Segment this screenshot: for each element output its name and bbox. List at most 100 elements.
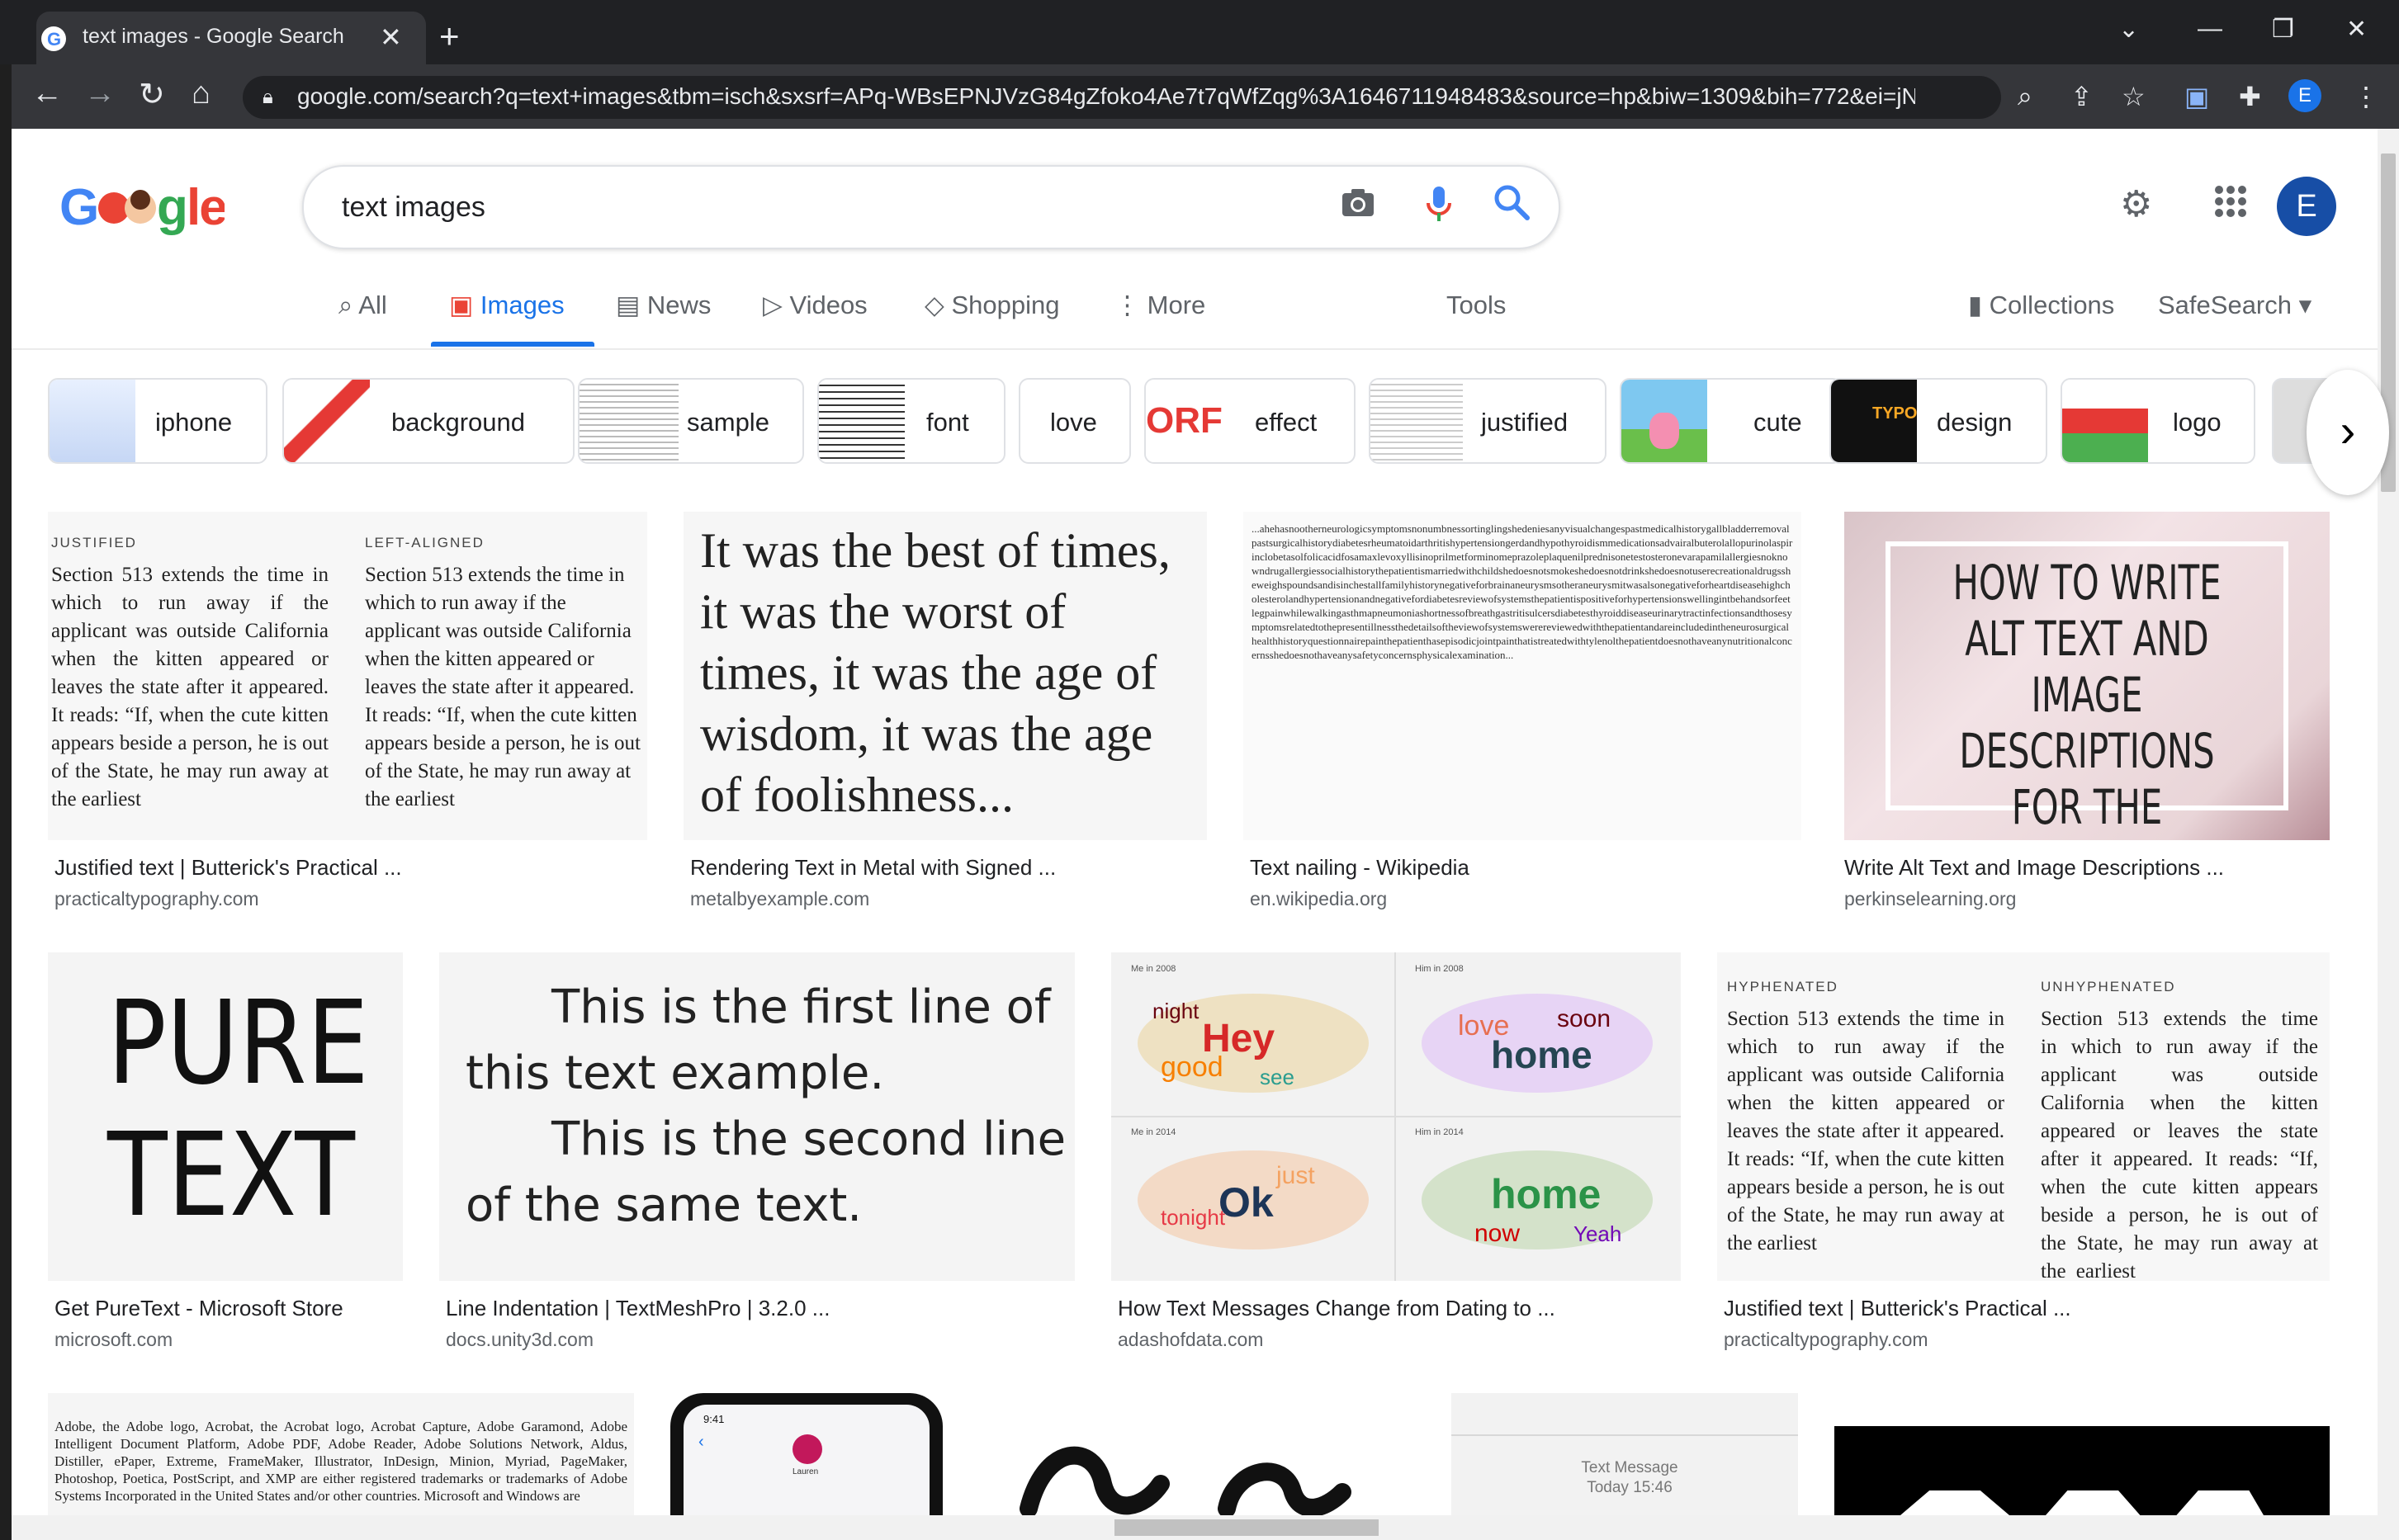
back-arrow-icon[interactable]: ←	[31, 76, 63, 111]
zoom-icon[interactable]: ⌕	[2018, 81, 2032, 112]
result-image-alt-text[interactable]: HOW TO WRITE ALT TEXT AND IMAGE DESCRIPT…	[1844, 512, 2330, 840]
chip-sample[interactable]: sample	[578, 378, 804, 464]
chip-cute[interactable]: cute	[1620, 378, 1843, 464]
menu-dots-icon[interactable]: ⋮	[2353, 81, 2379, 112]
result-image-justified[interactable]: JUSTIFIED LEFT-ALIGNED Section 513 exten…	[48, 512, 647, 840]
chip-thumb: ORF	[1146, 380, 1232, 462]
result-title[interactable]: Rendering Text in Metal with Signed ...	[690, 855, 1056, 881]
chip-thumb	[284, 380, 370, 462]
chips-next-arrow-icon[interactable]: ›	[2307, 370, 2389, 495]
result-image-wordclouds[interactable]: Me in 2008 Him in 2008 Me in 2014 Him in…	[1111, 952, 1681, 1281]
result-title[interactable]: Justified text | Butterick's Practical .…	[54, 855, 402, 881]
chip-effect[interactable]: ORF effect	[1144, 378, 1356, 464]
minimize-button[interactable]: —	[2198, 15, 2222, 43]
svg-text:just: just	[1275, 1162, 1315, 1189]
tab-videos[interactable]: ▷ Videos	[763, 291, 868, 320]
profile-avatar[interactable]: E	[2288, 79, 2321, 112]
svg-text:soon: soon	[1557, 1005, 1611, 1032]
reload-icon[interactable]: ↻	[139, 76, 165, 113]
svg-text:Yeah: Yeah	[1573, 1221, 1621, 1246]
svg-text:G: G	[47, 29, 61, 50]
svg-text:g: g	[157, 179, 187, 236]
google-logo[interactable]: G g le	[59, 175, 228, 253]
result-image-dickens[interactable]: It was the best of times, it was the wor…	[684, 512, 1207, 840]
result-image-text-message[interactable]: Text Message Today 15:46	[1451, 1393, 1798, 1515]
tab-search-icon[interactable]: ⌄	[2118, 15, 2139, 44]
home-icon[interactable]: ⌂	[192, 76, 211, 111]
result-image-indentation[interactable]: This is the first line of this text exam…	[439, 952, 1075, 1281]
tab-all[interactable]: ⌕ All	[338, 291, 387, 321]
result-source[interactable]: perkinselearning.org	[1844, 888, 2016, 910]
tab-more[interactable]: ⋮ More	[1114, 291, 1205, 320]
tab-title: text images - Google Search	[83, 25, 344, 48]
search-small-icon: ⌕	[338, 291, 359, 319]
result-source[interactable]: adashofdata.com	[1118, 1329, 1263, 1351]
search-icon[interactable]	[1493, 183, 1531, 230]
tab-news[interactable]: ▤ News	[616, 291, 711, 320]
result-source[interactable]: docs.unity3d.com	[446, 1329, 594, 1351]
result-title[interactable]: Text nailing - Wikipedia	[1250, 855, 1469, 881]
close-window-button[interactable]: ✕	[2346, 15, 2367, 44]
extension-icon[interactable]: ▣	[2184, 81, 2209, 112]
result-title[interactable]: Write Alt Text and Image Descriptions ..…	[1844, 855, 2224, 881]
search-input[interactable]	[340, 190, 1252, 224]
result-source[interactable]: en.wikipedia.org	[1250, 888, 1387, 910]
microphone-icon[interactable]	[1420, 183, 1458, 234]
chip-background[interactable]: background	[282, 378, 575, 464]
google-favicon-icon: G	[41, 26, 66, 51]
bookmark-star-icon[interactable]: ☆	[2122, 81, 2146, 112]
result-image-adobe[interactable]: Adobe, the Adobe logo, Acrobat, the Acro…	[48, 1393, 634, 1515]
chip-design[interactable]: TYPO design	[1829, 378, 2047, 464]
svg-text:le: le	[187, 179, 225, 236]
forward-arrow-icon[interactable]: →	[84, 76, 116, 111]
chip-font[interactable]: font	[817, 378, 1005, 464]
result-title[interactable]: Justified text | Butterick's Practical .…	[1724, 1296, 2071, 1321]
news-icon: ▤	[616, 291, 647, 319]
chip-thumb	[819, 380, 905, 462]
result-title[interactable]: Line Indentation | TextMeshPro | 3.2.0 .…	[446, 1296, 830, 1321]
chip-thumb	[580, 380, 679, 462]
tab-close-icon[interactable]: ✕	[380, 21, 402, 53]
result-image-puretext[interactable]: PURE TEXT	[48, 952, 403, 1281]
tools-button[interactable]: Tools	[1446, 291, 1506, 320]
apps-grid-icon[interactable]	[2212, 183, 2249, 229]
collections-button[interactable]: ▮ Collections	[1968, 291, 2114, 320]
contact-avatar	[793, 1434, 822, 1464]
result-image-text-nailing[interactable]: ...ahehasnootherneurologicsymptomsnonumb…	[1243, 512, 1801, 840]
tab-images[interactable]: ▣ Images	[449, 291, 565, 320]
new-tab-button[interactable]: +	[439, 17, 460, 56]
active-tab-indicator	[431, 342, 594, 347]
result-source[interactable]: practicaltypography.com	[54, 888, 259, 910]
result-image-hyphenated[interactable]: HYPHENATED UNHYPHENATED Section 513 exte…	[1717, 952, 2330, 1281]
chip-iphone[interactable]: iphone	[48, 378, 267, 464]
svg-text:night: night	[1152, 999, 1200, 1023]
result-source[interactable]: metalbyexample.com	[690, 888, 869, 910]
chip-love[interactable]: love	[1019, 378, 1131, 464]
svg-text:tonight: tonight	[1161, 1205, 1226, 1230]
chip-logo[interactable]: logo	[2061, 378, 2255, 464]
tab-shopping[interactable]: ◇ Shopping	[925, 291, 1059, 320]
puzzle-icon[interactable]: ✚	[2239, 81, 2261, 112]
result-source[interactable]: practicaltypography.com	[1724, 1329, 1928, 1351]
chip-thumb	[1621, 380, 1707, 462]
result-image-phone[interactable]: 9:41 Lauren ‹	[670, 1393, 943, 1515]
caret-down-icon: ▾	[2292, 291, 2312, 319]
result-source[interactable]: microsoft.com	[54, 1329, 173, 1351]
camera-icon[interactable]	[1339, 183, 1377, 230]
result-title[interactable]: How Text Messages Change from Dating to …	[1118, 1296, 1555, 1321]
svg-text:see: see	[1260, 1065, 1294, 1089]
user-avatar[interactable]: E	[2277, 177, 2336, 236]
lock-icon[interactable]: 🔒︎	[263, 86, 273, 109]
settings-gear-icon[interactable]: ⚙	[2120, 183, 2152, 225]
url-text[interactable]: google.com/search?q=text+images&tbm=isch…	[297, 83, 1915, 110]
result-image-black-text[interactable]	[1834, 1393, 2330, 1515]
horizontal-scrollbar-thumb[interactable]	[1114, 1519, 1379, 1536]
svg-text:love: love	[1458, 1010, 1509, 1042]
chip-justified[interactable]: justified	[1369, 378, 1606, 464]
safesearch-dropdown[interactable]: SafeSearch ▾	[2158, 291, 2311, 320]
chip-thumb	[1370, 380, 1463, 462]
result-title[interactable]: Get PureText - Microsoft Store	[54, 1296, 343, 1321]
restore-button[interactable]: ❐	[2272, 15, 2294, 44]
result-image-script[interactable]	[979, 1393, 1417, 1515]
share-icon[interactable]: ⇪	[2070, 81, 2093, 112]
